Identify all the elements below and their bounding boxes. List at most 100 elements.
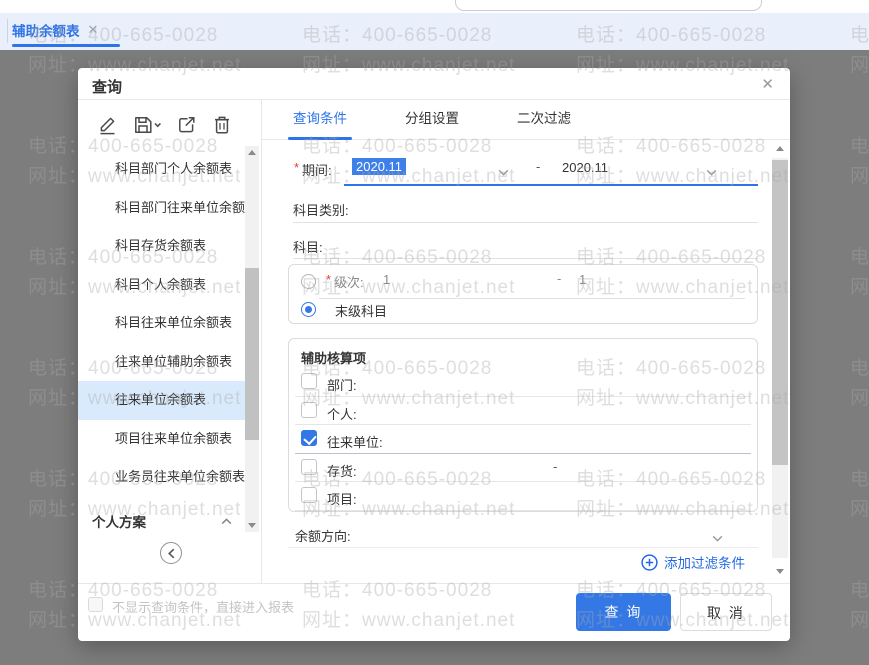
aux-item-label: 部门: (327, 375, 357, 394)
scroll-down-icon[interactable] (776, 569, 784, 574)
query-pane: 查询条件 分组设置 二次过滤 * 期间: 2020.11 - 2020.11 (262, 100, 790, 583)
scrollbar-thumb[interactable] (245, 268, 259, 440)
cancel-button[interactable]: 取 消 (680, 593, 772, 631)
balance-direction-label: 余额方向: (295, 526, 351, 545)
level-to-field[interactable]: 1 (579, 272, 586, 287)
add-filter-link[interactable]: 添加过滤条件 (641, 552, 745, 572)
subject-field[interactable] (293, 258, 758, 259)
close-icon[interactable]: ✕ (88, 22, 99, 38)
sidebar-item[interactable]: 往来单位辅助余额表 (78, 343, 246, 382)
sidebar-item[interactable]: 科目往来单位余额表 (78, 304, 246, 343)
checkbox-checked[interactable] (301, 430, 317, 446)
plus-circle-icon (641, 554, 658, 571)
aux-item-label: 存货: (327, 461, 357, 480)
subject-category-label: 科目类别: (293, 200, 349, 219)
export-icon[interactable] (177, 115, 197, 135)
dialog-tab[interactable]: 二次过滤 (517, 100, 571, 140)
level-separator: - (557, 271, 561, 286)
tab-label: 辅助余额表 (12, 20, 80, 40)
browser-address-input[interactable] (455, 0, 762, 11)
delete-icon[interactable] (213, 115, 231, 135)
checkbox-unchecked[interactable] (301, 459, 317, 475)
add-filter-label: 添加过滤条件 (664, 552, 745, 572)
aux-field-underline (295, 510, 751, 511)
personal-scheme-section[interactable]: 个人方案 (92, 510, 232, 532)
period-field-underline (344, 184, 758, 186)
personal-scheme-label: 个人方案 (92, 511, 146, 531)
dialog-header: 查询 ✕ (78, 68, 790, 100)
scroll-up-icon[interactable] (248, 150, 256, 155)
dialog-tab[interactable]: 查询条件 (293, 100, 347, 140)
period-separator: - (536, 159, 540, 174)
screen: 辅助余额表 ✕ 查询 ✕ (0, 0, 869, 665)
sidebar-item[interactable]: 科目个人余额表 (78, 266, 246, 305)
required-mark: * (326, 272, 331, 287)
chevron-down-icon[interactable] (706, 164, 717, 179)
query-dialog: 查询 ✕ (78, 68, 790, 641)
subject-category-field[interactable] (293, 222, 758, 223)
tab-aux-balance-table[interactable]: 辅助余额表 ✕ (12, 13, 98, 46)
aux-accounting-box: 辅助核算项 部门: 个人: 往来单位: 存货: - 项目: (288, 338, 758, 512)
sidebar-item[interactable]: 科目部门个人余额表 (78, 150, 246, 189)
level-radio[interactable] (301, 274, 316, 289)
aux-row: 项目: (289, 482, 757, 511)
balance-direction-field[interactable] (288, 547, 758, 548)
level-label: 级次: (334, 272, 364, 291)
aux-row: 存货: - (289, 454, 757, 483)
chevron-left-icon (167, 548, 176, 559)
save-icon[interactable] (133, 115, 161, 135)
dialog-tab[interactable]: 分组设置 (405, 100, 459, 140)
required-mark: * (294, 160, 299, 175)
aux-box-title: 辅助核算项 (301, 348, 366, 367)
query-button[interactable]: 查 询 (576, 593, 671, 631)
chevron-down-icon[interactable] (712, 530, 723, 545)
scroll-up-icon[interactable] (776, 146, 784, 151)
scrollbar-thumb[interactable] (772, 160, 788, 465)
leaf-subject-radio[interactable] (301, 302, 316, 317)
period-to-select[interactable]: 2020.11 (562, 160, 608, 175)
checkbox-unchecked[interactable] (301, 373, 317, 389)
sidebar-item[interactable]: 科目存货余额表 (78, 227, 246, 266)
aux-row: 往来单位: (289, 425, 757, 454)
edit-icon[interactable] (98, 115, 117, 135)
aux-row: 个人: (289, 397, 757, 426)
close-icon[interactable]: ✕ (761, 75, 774, 93)
aux-checkbox-list: 部门: 个人: 往来单位: 存货: - 项目: (289, 368, 757, 511)
report-list: 科目部门个人余额表科目部门往来单位余额表科目存货余额表科目个人余额表科目往来单位… (78, 150, 246, 497)
sidebar-scrollbar[interactable] (245, 146, 259, 532)
period-from-select[interactable]: 2020.11 (352, 158, 406, 175)
level-field-underline (319, 298, 745, 299)
period-row: * 期间: 2020.11 - 2020.11 (262, 154, 790, 184)
scheme-toolbar (78, 108, 262, 142)
query-form: * 期间: 2020.11 - 2020.11 科目类别: 科目: (262, 140, 790, 583)
active-tab-underline (12, 44, 120, 47)
dialog-tabs: 查询条件 分组设置 二次过滤 (262, 100, 790, 140)
scroll-down-icon[interactable] (248, 523, 256, 528)
chevron-down-icon[interactable] (498, 164, 509, 179)
top-strip (0, 0, 869, 13)
aux-item-label: 往来单位: (327, 432, 383, 451)
skip-query-label: 不显示查询条件，直接进入报表 (112, 597, 294, 616)
report-sidebar: 科目部门个人余额表科目部门往来单位余额表科目存货余额表科目个人余额表科目往来单位… (78, 100, 262, 583)
aux-row: 部门: (289, 368, 757, 397)
sidebar-item[interactable]: 项目往来单位余额表 (78, 420, 246, 459)
range-separator: - (553, 459, 557, 474)
dialog-footer: 不显示查询条件，直接进入报表 查 询 取 消 (78, 583, 790, 640)
document-tabbar: 辅助余额表 ✕ (0, 13, 869, 50)
level-from-field[interactable]: 1 (383, 272, 390, 287)
sidebar-item[interactable]: 往来单位余额表 (78, 381, 246, 420)
skip-query-checkbox[interactable] (88, 597, 103, 612)
aux-item-label: 项目: (327, 489, 357, 508)
sidebar-item[interactable]: 科目部门往来单位余额表 (78, 189, 246, 228)
tabbar-divider (7, 19, 8, 43)
checkbox-unchecked[interactable] (301, 487, 317, 503)
collapse-sidebar-button[interactable] (160, 542, 182, 564)
aux-item-label: 个人: (327, 404, 357, 423)
checkbox-unchecked[interactable] (301, 402, 317, 418)
form-scrollbar[interactable] (772, 144, 788, 574)
dialog-title: 查询 (92, 76, 122, 97)
level-option-box: * 级次: 1 - 1 末级科目 (288, 264, 758, 324)
leaf-subject-label: 末级科目 (335, 301, 387, 320)
sidebar-item[interactable]: 业务员往来单位余额表 (78, 458, 246, 497)
period-label: 期间: (302, 160, 332, 179)
